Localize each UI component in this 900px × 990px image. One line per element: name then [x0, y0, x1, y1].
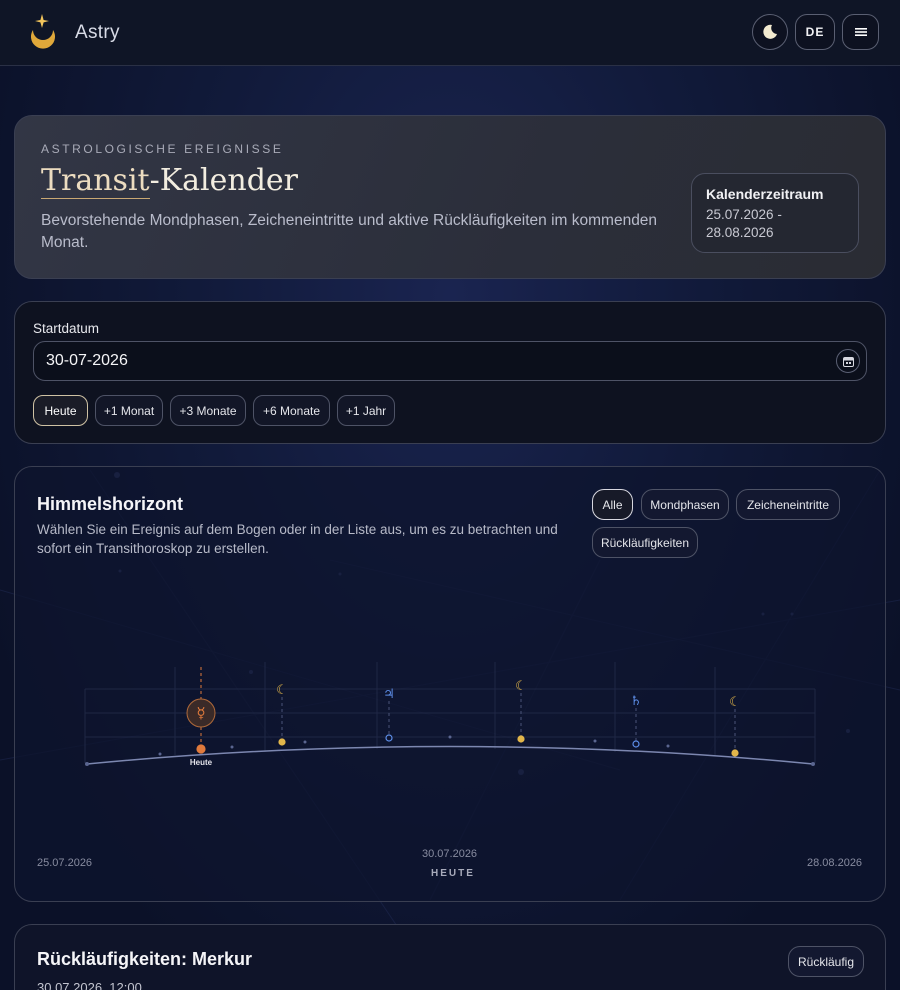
event-glyph-icon: ☾	[515, 679, 527, 694]
theme-toggle-button[interactable]	[752, 14, 788, 50]
page-title: Transit-Kalender	[41, 163, 299, 199]
sky-event-moon[interactable]: ☾	[276, 683, 288, 746]
event-glyph-icon: ♃	[383, 687, 395, 702]
filter-sign-ingresses[interactable]: Zeicheneintritte	[736, 489, 840, 520]
calendar-icon	[842, 356, 854, 367]
calendar-range-start: 25.07.2026 -	[706, 207, 782, 222]
moon-icon	[763, 24, 777, 39]
brand-name[interactable]: Astry	[75, 22, 120, 44]
filter-all[interactable]: Alle	[592, 489, 633, 520]
start-date-label: Startdatum	[33, 321, 100, 336]
event-glyph-icon: ☿	[196, 704, 205, 722]
axis-today-caption: HEUTE	[431, 868, 475, 879]
retrograde-badge[interactable]: Rückläufig	[788, 946, 864, 977]
event-dot[interactable]	[385, 734, 393, 742]
hero-card: ASTROLOGISCHE EREIGNISSE Transit-Kalende…	[14, 115, 886, 279]
chip-plus-6-months[interactable]: +6 Monate	[253, 395, 330, 426]
event-glyph-icon: ♄	[630, 694, 642, 709]
start-date-value: 30-07-2026	[46, 352, 128, 369]
retrograde-date: 30.07.2026, 12:00	[37, 980, 142, 990]
axis-today-date: 30.07.2026	[422, 848, 478, 860]
sky-event-moon[interactable]: ☾	[729, 695, 741, 757]
moon-star-logo-icon[interactable]	[26, 12, 60, 52]
calendar-range-box: Kalenderzeitraum 25.07.2026 - 28.08.2026	[691, 173, 859, 253]
event-dot[interactable]	[517, 735, 525, 743]
event-dot[interactable]	[731, 749, 739, 757]
sky-description: Wählen Sie ein Ereignis auf dem Bogen od…	[37, 522, 558, 556]
start-date-card: Startdatum 30-07-2026 Heute +1 Monat +3 …	[14, 301, 886, 444]
axis-end-date: 28.08.2026	[807, 857, 863, 869]
calendar-range-value: 25.07.2026 - 28.08.2026	[706, 206, 844, 242]
sky-title: Himmelshorizont	[37, 494, 184, 514]
menu-button[interactable]	[842, 14, 879, 50]
sky-event-retrograde[interactable]: ☿	[186, 667, 216, 754]
filter-retrogrades[interactable]: Rückläufigkeiten	[592, 527, 698, 558]
chip-plus-1-year[interactable]: +1 Jahr	[337, 395, 395, 426]
axis-start-date: 25.07.2026	[37, 857, 93, 869]
top-bar: Astry DE	[0, 0, 900, 66]
sky-event-moon[interactable]: ☾	[515, 679, 527, 743]
hero-eyebrow: ASTROLOGISCHE EREIGNISSE	[41, 142, 284, 156]
filter-moon-phases[interactable]: Mondphasen	[641, 489, 729, 520]
retrograde-event-card[interactable]: Rückläufigkeiten: Merkur 30.07.2026, 12:…	[14, 924, 886, 990]
event-glyph-icon: ☾	[729, 695, 741, 710]
chip-today[interactable]: Heute	[33, 395, 88, 426]
hamburger-icon	[854, 28, 867, 36]
start-date-input[interactable]: 30-07-2026	[33, 341, 867, 381]
sky-events-layer: ☿ ☾ ♃ ☾ ♄ ☾	[186, 667, 741, 757]
calendar-range-label: Kalenderzeitraum	[706, 186, 824, 202]
retrograde-title: Rückläufigkeiten: Merkur	[37, 949, 253, 969]
calendar-button[interactable]	[836, 349, 860, 373]
event-dot[interactable]	[278, 738, 286, 746]
sky-horizon-card: ☿ ☾ ♃ ☾ ♄ ☾ Heute Himmelshorizont Wählen Sie …	[14, 466, 886, 902]
language-button[interactable]: DE	[795, 14, 835, 50]
sky-event-ingress[interactable]: ♃	[383, 687, 395, 742]
sky-event-ingress[interactable]: ♄	[630, 694, 642, 748]
event-glyph-icon: ☾	[276, 683, 288, 698]
chip-plus-1-month[interactable]: +1 Monat	[95, 395, 163, 426]
hero-subtitle: Bevorstehende Mondphasen, Zeicheneintrit…	[41, 212, 658, 251]
event-dot[interactable]	[196, 744, 206, 754]
calendar-range-end: 28.08.2026	[706, 225, 774, 240]
page-title-rest: -Kalender	[149, 163, 299, 198]
today-marker-label: Heute	[190, 758, 213, 767]
chip-plus-3-months[interactable]: +3 Monate	[170, 395, 246, 426]
event-dot[interactable]	[632, 740, 640, 748]
page-title-accent: Transit	[41, 163, 150, 199]
